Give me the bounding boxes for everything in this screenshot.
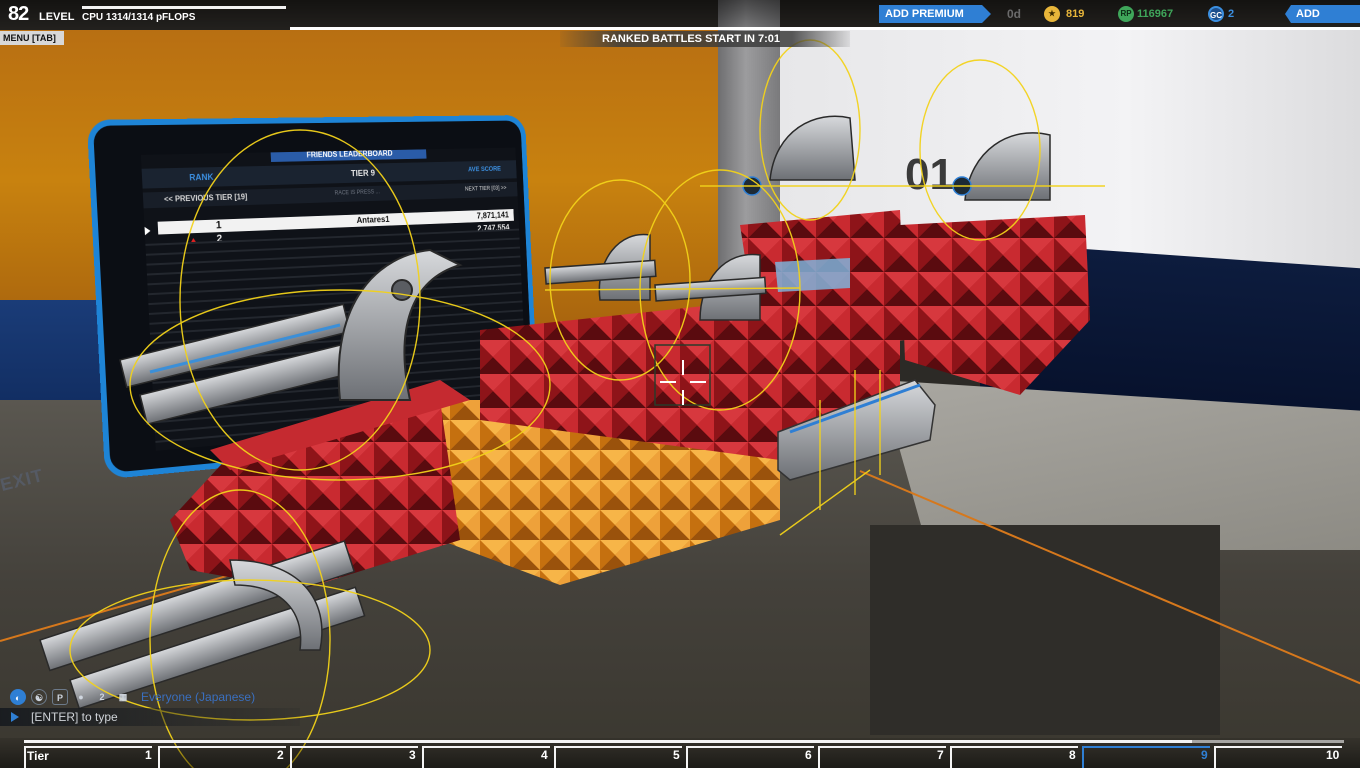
shield-arc [337,248,463,401]
cpu-usage: CPU 1314/1314 pFLOPS [82,12,196,23]
player-level-label: LEVEL [39,11,75,23]
tier-number: 1 [145,748,152,762]
cpu-usage-bar [82,6,286,9]
tier-segment [24,746,152,768]
tier-segment [158,746,286,768]
tier-number: 8 [1069,748,1076,762]
chat-channel[interactable]: Everyone (Japanese) [141,690,255,704]
tier-number: 9 [1201,748,1208,762]
add-funds-button[interactable]: ADD FUNDS [1285,5,1360,23]
robits-icon: RP [1118,6,1134,22]
clan-icon[interactable]: ☯ [31,689,47,705]
hud-divider [290,27,1360,30]
premium-days: 0d [1007,7,1022,21]
chat-caret-icon [11,712,19,722]
cockpit-glass [775,258,850,292]
tier-number: 5 [673,748,680,762]
tier-number: 6 [805,748,812,762]
ranked-countdown-text: RANKED BATTLES START IN 7:01 [602,33,781,45]
robot-model[interactable] [0,0,1360,768]
tier-segment [1082,746,1210,768]
tier-progress-remaining [1192,740,1344,743]
chat-placeholder: [ENTER] to type [31,710,118,724]
add-premium-button[interactable]: ADD PREMIUM [879,5,991,23]
menu-button[interactable]: MENU [TAB] [0,31,64,45]
tier-segment [422,746,550,768]
tier-segment [686,746,814,768]
tier-number: 10 [1326,748,1340,762]
player-level: 82 [8,3,29,25]
game-viewport: 01 FRIENDS LEADERBOARD RANK TIER 9 AVE S… [0,0,1360,768]
galaxy-coins-icon: GC [1208,6,1224,22]
party-icon[interactable]: P [52,689,68,705]
garage-scene: 01 FRIENDS LEADERBOARD RANK TIER 9 AVE S… [0,0,1360,768]
tier-segment [950,746,1078,768]
custom-icon[interactable]: ▦ [115,689,131,705]
friends-icon[interactable]: ● [73,689,89,705]
tier-segment [554,746,682,768]
rear-block [900,215,1090,395]
tier-number: 3 [409,748,416,762]
tier-segment [1214,746,1342,768]
group-icon[interactable]: 2 [94,689,110,705]
tier-number: 2 [277,748,284,762]
tier-number: 7 [937,748,944,762]
tech-points-star-icon: ★ [1044,6,1060,22]
galaxy-coins-value: 2 [1228,8,1235,20]
all-chat-globe-icon[interactable]: ◐ [10,689,26,705]
tier-number: 4 [541,748,548,762]
tech-points-value: 819 [1066,8,1085,20]
robits-value: 116967 [1137,8,1174,20]
tier-segment [818,746,946,768]
tier-segment [290,746,418,768]
chat-input[interactable]: [ENTER] to type [0,708,300,726]
ranked-countdown: RANKED BATTLES START IN 7:01 [560,31,850,47]
tier-progress [24,740,1192,743]
